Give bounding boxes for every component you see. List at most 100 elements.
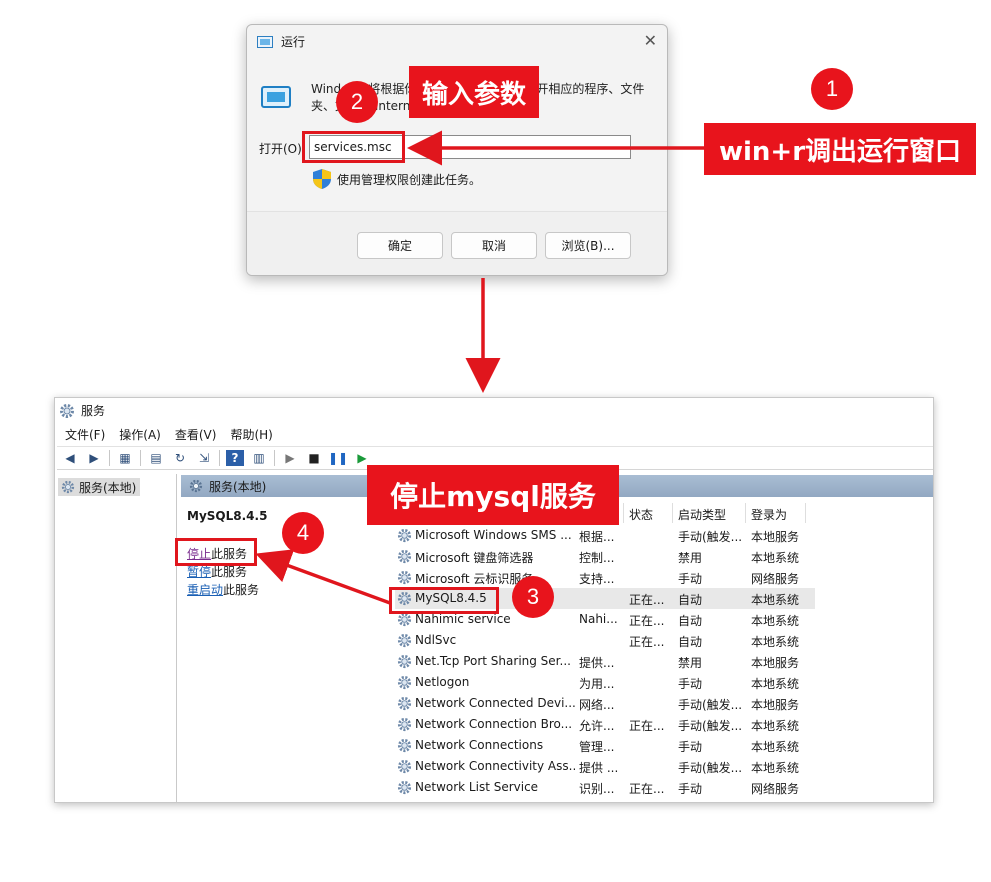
service-gear-icon: [397, 549, 412, 564]
table-row[interactable]: Microsoft 云标识服务 支持... 手动 网络服务: [395, 567, 815, 588]
service-description: 识别...: [579, 782, 615, 796]
run-program-icon: [261, 86, 291, 108]
toolbar-separator: [109, 450, 110, 466]
service-startup-type: 手动(触发...: [678, 719, 743, 733]
step-3-marker: 3: [512, 576, 554, 618]
service-status: 正在...: [629, 593, 665, 607]
service-gear-icon: [397, 696, 412, 711]
service-startup-type: 手动: [678, 677, 703, 691]
table-row[interactable]: Net.Tcp Port Sharing Ser... 提供... 禁用 本地服务: [395, 651, 815, 672]
action-suffix: 此服务: [223, 583, 260, 597]
service-description: 为用...: [579, 677, 615, 691]
service-logon-as: 网络服务: [751, 782, 800, 796]
service-gear-icon: [397, 654, 412, 669]
stop-link-highlight-box: [175, 538, 257, 566]
service-startup-type: 自动: [678, 635, 703, 649]
restart-service-action: 重启动此服务: [187, 581, 259, 598]
properties-icon[interactable]: ▤: [147, 450, 165, 466]
service-logon-as: 本地系统: [751, 614, 800, 628]
run-title-bar: 运行: [257, 33, 305, 50]
refresh-icon[interactable]: ↻: [171, 450, 189, 466]
service-status: 正在...: [629, 719, 665, 733]
table-row[interactable]: NdlSvc 正在... 自动 本地系统: [395, 630, 815, 651]
shield-icon: [313, 169, 331, 189]
column-divider[interactable]: [623, 503, 624, 523]
service-description: 支持...: [579, 572, 615, 586]
service-gear-icon: [397, 780, 412, 795]
ok-button[interactable]: 确定: [357, 232, 443, 259]
service-startup-type: 手动(触发...: [678, 761, 743, 775]
table-row[interactable]: Microsoft Windows SMS ... 根据... 手动(触发... 本地…: [395, 525, 815, 546]
service-description: 管理...: [579, 740, 615, 754]
service-logon-as: 网络服务: [751, 572, 800, 586]
service-logon-as: 本地系统: [751, 677, 800, 691]
restart-icon[interactable]: ▶: [353, 450, 371, 466]
export-icon[interactable]: ⇲: [195, 450, 213, 466]
table-row[interactable]: Netlogon 为用... 手动 本地系统: [395, 672, 815, 693]
service-description: 控制...: [579, 551, 615, 565]
help-icon[interactable]: ?: [226, 450, 244, 466]
input-highlight-box: [302, 131, 405, 163]
menu-bar: 文件(F) 操作(A) 查看(V) 帮助(H): [65, 426, 273, 443]
restart-service-link[interactable]: 重启动: [187, 583, 223, 597]
close-icon[interactable]: ✕: [644, 31, 657, 50]
forward-icon[interactable]: ▶: [85, 450, 103, 466]
service-description: 根据...: [579, 530, 615, 544]
tree-item-label: 服务(本地): [79, 480, 137, 495]
service-startup-type: 自动: [678, 593, 703, 607]
service-status: 正在...: [629, 635, 665, 649]
service-startup-type: 手动: [678, 782, 703, 796]
table-row[interactable]: Network Connections 管理... 手动 本地系统: [395, 735, 815, 756]
menu-help[interactable]: 帮助(H): [230, 426, 272, 443]
services-title: 服务: [81, 404, 106, 418]
service-name: Microsoft 云标识服务: [415, 572, 534, 586]
menu-action[interactable]: 操作(A): [119, 426, 161, 443]
selected-service-name: MySQL8.4.5: [187, 509, 268, 523]
service-startup-type: 自动: [678, 614, 703, 628]
column-divider[interactable]: [805, 503, 806, 523]
table-row[interactable]: Network List Service 识别... 正在... 手动 网络服务: [395, 777, 815, 798]
browse-button[interactable]: 浏览(B)...: [545, 232, 631, 259]
service-logon-as: 本地系统: [751, 719, 800, 733]
step-1-marker: 1: [811, 68, 853, 110]
toolbar-separator: [219, 450, 220, 466]
service-name: Microsoft Windows SMS ...: [415, 528, 572, 542]
service-description: 网络...: [579, 698, 615, 712]
column-divider[interactable]: [672, 503, 673, 523]
column-header-startup[interactable]: 启动类型: [678, 506, 726, 523]
service-logon-as: 本地系统: [751, 740, 800, 754]
service-gear-icon: [397, 717, 412, 732]
menu-file[interactable]: 文件(F): [65, 426, 105, 443]
service-startup-type: 手动(触发...: [678, 698, 743, 712]
service-description: 提供...: [579, 656, 615, 670]
column-header-status[interactable]: 状态: [629, 506, 653, 523]
menu-view[interactable]: 查看(V): [175, 426, 217, 443]
table-row[interactable]: Network Connectivity Ass... 提供 ... 手动(触发..…: [395, 756, 815, 777]
start-icon[interactable]: ▶: [281, 450, 299, 466]
column-divider[interactable]: [745, 503, 746, 523]
action-suffix: 此服务: [211, 565, 248, 579]
services-title-bar: 服务: [59, 402, 105, 419]
table-row[interactable]: Network Connection Bro... 允许... 正在... 手动(触发…: [395, 714, 815, 735]
service-name: Network Connections: [415, 738, 544, 752]
stop-mysql-label: 停止mysql服务: [367, 465, 619, 525]
table-row[interactable]: Microsoft 键盘筛选器 控制... 禁用 本地系统: [395, 546, 815, 567]
service-gear-icon: [397, 570, 412, 585]
column-header-logon[interactable]: 登录为: [751, 506, 787, 523]
pause-icon[interactable]: ❚❚: [328, 450, 348, 466]
stop-icon[interactable]: ■: [305, 450, 323, 466]
console-tree-icon[interactable]: ▦: [116, 450, 134, 466]
service-name: Netlogon: [415, 675, 470, 689]
toolbar-separator: [140, 450, 141, 466]
service-gear-icon: [397, 759, 412, 774]
pause-service-link[interactable]: 暂停: [187, 565, 211, 579]
service-description: Nahi...: [579, 612, 618, 626]
tree-item-services-local[interactable]: 服务(本地): [58, 478, 140, 496]
run-app-icon: [257, 35, 273, 48]
table-row[interactable]: Network Connected Devi... 网络... 手动(触发... 本地…: [395, 693, 815, 714]
service-status: 正在...: [629, 614, 665, 628]
show-hide-icon[interactable]: ▥: [250, 450, 268, 466]
cancel-button[interactable]: 取消: [451, 232, 537, 259]
service-logon-as: 本地系统: [751, 593, 800, 607]
back-icon[interactable]: ◀: [61, 450, 79, 466]
